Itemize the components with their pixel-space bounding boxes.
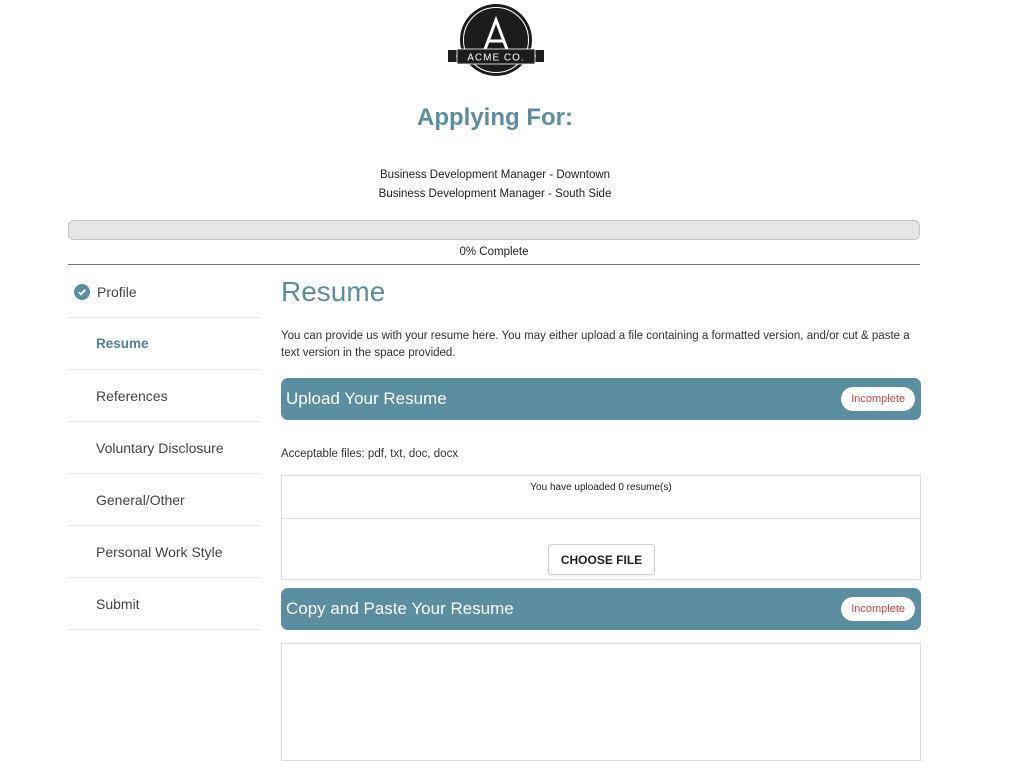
page-title: Resume: [281, 276, 386, 307]
sidebar-item-resume[interactable]: Resume: [68, 318, 260, 370]
applying-for-heading: Applying For:: [417, 104, 573, 131]
upload-section-header: Upload Your Resume Incomplete: [281, 378, 921, 420]
upload-box: You have uploaded 0 resume(s) CHOOSE FIL…: [281, 475, 921, 580]
sidebar-item-references[interactable]: References: [68, 370, 260, 422]
svg-text:ACME CO.: ACME CO.: [467, 53, 524, 64]
position-item: Business Development Manager - South Sid…: [378, 188, 612, 200]
upload-count: You have uploaded 0 resume(s): [282, 476, 920, 519]
acceptable-files-note: Acceptable files: pdf, txt, doc, docx: [281, 448, 459, 460]
position-item: Business Development Manager - Downtown: [379, 169, 611, 181]
sidebar-item-label: Resume: [96, 336, 149, 351]
acme-logo: ACME CO.: [448, 2, 544, 80]
choose-file-button[interactable]: CHOOSE FILE: [548, 544, 655, 575]
positions-list: Business Development Manager - Downtown …: [0, 166, 990, 204]
sidebar-item-label: Personal Work Style: [96, 543, 223, 560]
sidebar-item-personal-work-style[interactable]: Personal Work Style: [68, 526, 260, 578]
sidebar-item-profile[interactable]: Profile: [68, 266, 260, 318]
section-title: Upload Your Resume: [286, 389, 447, 408]
status-badge: Incomplete: [841, 387, 915, 411]
divider: [68, 264, 920, 265]
sidebar-item-label: Profile: [97, 283, 137, 300]
resume-instructions: You can provide us with your resume here…: [281, 330, 910, 359]
check-circle-icon: [74, 283, 90, 300]
sidebar-item-submit[interactable]: Submit: [68, 578, 260, 630]
sidebar-item-general-other[interactable]: General/Other: [68, 474, 260, 526]
sidebar-item-label: References: [96, 387, 168, 404]
progress-bar: [68, 220, 920, 240]
sidebar-item-voluntary-disclosure[interactable]: Voluntary Disclosure: [68, 422, 260, 474]
section-title: Copy and Paste Your Resume: [286, 599, 514, 618]
paste-section-header: Copy and Paste Your Resume Incomplete: [281, 588, 921, 630]
status-badge: Incomplete: [841, 597, 915, 621]
sidebar-item-label: General/Other: [96, 491, 185, 508]
sidebar-item-label: Submit: [96, 595, 140, 612]
main-content: Resume You can provide us with your resu…: [281, 266, 921, 761]
resume-text-area[interactable]: [281, 643, 921, 761]
sidebar-item-label: Voluntary Disclosure: [96, 439, 224, 456]
progress-label: 0% Complete: [459, 246, 529, 258]
sidebar-nav: Profile Resume References Voluntary Disc…: [68, 266, 260, 630]
